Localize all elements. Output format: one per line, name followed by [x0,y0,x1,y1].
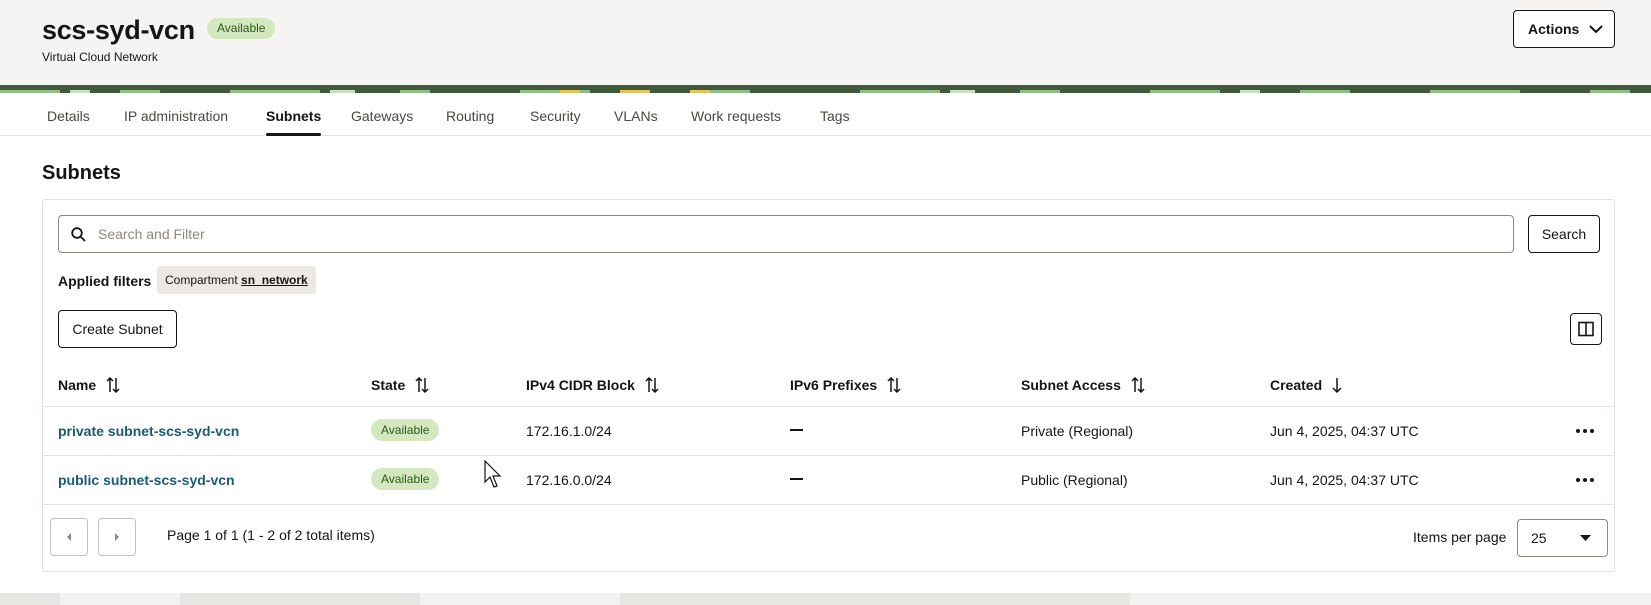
column-header-label: IPv4 CIDR Block [526,377,635,393]
filter-chip-key: Compartment [165,273,238,287]
search-button[interactable]: Search [1528,215,1600,253]
sort-icon [106,377,120,393]
items-per-page-label: Items per page [1413,529,1507,545]
row-actions-menu-icon[interactable] [1576,472,1594,488]
tab-vlans[interactable]: VLANs [614,93,658,136]
column-header-label: Subnet Access [1021,377,1121,393]
create-subnet-button[interactable]: Create Subnet [58,310,177,348]
pagination: Page 1 of 1 (1 - 2 of 2 total items) Ite… [43,505,1614,571]
tab-details[interactable]: Details [47,93,90,136]
tab-subnets[interactable]: Subnets [266,93,322,136]
column-header-created[interactable]: Created [1270,363,1342,407]
section-title: Subnets [42,162,121,184]
next-page-button[interactable] [98,518,136,556]
previous-page-button[interactable] [50,518,88,556]
page-title: scs-syd-vcn [42,15,195,45]
sort-icon [887,377,901,393]
items-per-page-value: 25 [1531,530,1547,546]
column-header-label: State [371,377,406,393]
sort-icon [1131,377,1145,393]
subnet-name-link[interactable]: private subnet-scs-syd-vcn [58,407,239,455]
items-per-page-select[interactable]: 25 [1517,519,1608,557]
subnets-panel: Search Applied filters Compartment sn_ne… [42,199,1615,572]
column-header-label: IPv6 Prefixes [790,377,878,393]
column-header-label: Name [58,377,97,393]
page-subtitle: Virtual Cloud Network [42,50,158,64]
columns-icon [1578,321,1594,337]
created-date: Jun 4, 2025, 04:37 UTC [1270,472,1419,488]
subnet-access: Public (Regional) [1021,472,1128,488]
row-actions-menu-icon[interactable] [1576,423,1594,439]
bottom-strip-segment [1130,593,1651,605]
page-header: scs-syd-vcn Available Virtual Cloud Netw… [0,0,1651,85]
column-settings-button[interactable] [1570,313,1602,345]
caret-left-icon [67,533,71,541]
column-header-ipv4[interactable]: IPv4 CIDR Block [526,363,659,407]
applied-filters-label: Applied filters [58,273,152,289]
ipv6-prefixes-empty [790,478,803,480]
caret-down-icon [1580,535,1591,541]
chevron-down-icon [1589,24,1604,33]
state-badge: Available [371,468,440,490]
search-icon [71,226,86,242]
status-badge: Available [207,18,276,39]
sort-icon [645,377,659,393]
ipv4-cidr: 172.16.1.0/24 [526,423,612,439]
ipv6-prefixes-empty [790,429,803,431]
column-header-name[interactable]: Name [58,363,120,407]
created-date: Jun 4, 2025, 04:37 UTC [1270,423,1419,439]
state-badge: Available [371,419,440,441]
table-row: private subnet-scs-syd-vcn Available 172… [43,407,1614,456]
column-header-label: Created [1270,377,1323,393]
subnet-access: Private (Regional) [1021,423,1134,439]
tab-bar: Details IP administration Subnets Gatewa… [0,93,1651,136]
filter-chip-compartment[interactable]: Compartment sn_network [157,266,316,294]
tab-ip-administration[interactable]: IP administration [124,93,228,136]
ipv4-cidr: 172.16.0.0/24 [526,472,612,488]
subnet-name-link[interactable]: public subnet-scs-syd-vcn [58,456,235,504]
actions-button-label: Actions [1528,21,1580,37]
bottom-strip [0,593,1651,605]
table-row: public subnet-scs-syd-vcn Available 172.… [43,456,1614,505]
bottom-strip-segment [420,593,620,605]
mouse-cursor-icon [484,460,502,488]
bottom-strip-segment [60,593,180,605]
search-input[interactable] [98,226,1478,242]
column-header-subnet-access[interactable]: Subnet Access [1021,363,1145,407]
table-header: Name State IPv4 CIDR Block IPv6 Prefixes… [43,363,1614,407]
sort-icon [415,377,429,393]
decorative-banner [0,85,1651,93]
page-info: Page 1 of 1 (1 - 2 of 2 total items) [167,527,375,543]
main-content: Subnets Search Applied filters Compartme… [0,136,1651,593]
column-header-state[interactable]: State [371,363,429,407]
tab-gateways[interactable]: Gateways [351,93,413,136]
search-field[interactable] [58,215,1514,253]
tab-work-requests[interactable]: Work requests [691,93,781,136]
column-header-ipv6[interactable]: IPv6 Prefixes [790,363,901,407]
tab-routing[interactable]: Routing [446,93,494,136]
sort-descending-icon [1332,378,1342,393]
filter-chip-value[interactable]: sn_network [241,273,308,287]
actions-button[interactable]: Actions [1513,10,1615,48]
caret-right-icon [115,533,119,541]
tab-security[interactable]: Security [530,93,581,136]
tab-tags[interactable]: Tags [820,93,850,136]
